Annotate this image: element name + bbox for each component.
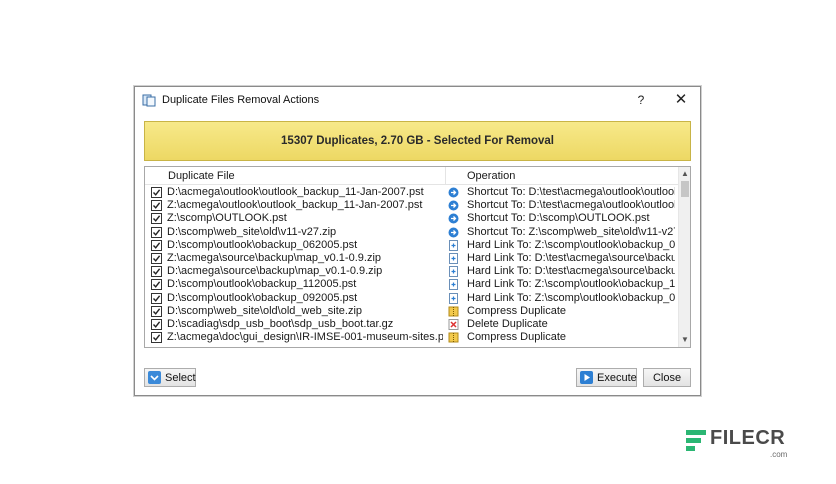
table-row[interactable]: Z:\scomp\OUTLOOK.pst Shortcut To: D:\scom…	[145, 212, 678, 225]
row-checkbox[interactable]	[151, 318, 162, 330]
shortcut-icon	[448, 187, 459, 198]
table-row[interactable]: D:\scomp\outlook\obackup_092005.pst Hard …	[145, 292, 678, 305]
hard-link-icon	[448, 252, 459, 264]
chevron-down-icon	[148, 371, 161, 384]
scroll-up-arrow-icon[interactable]: ▲	[679, 169, 690, 179]
table-row[interactable]: Z:\acmega\doc\gui_design\IR-IMSE-001-mus…	[145, 331, 678, 344]
table-row[interactable]: Z:\acmega\source\backup\map_v0.1-0.9.zip…	[145, 252, 678, 265]
operation-cell: Hard Link To: D:\test\acmega\source\back…	[467, 251, 675, 264]
duplicate-file-cell: D:\scadiag\sdp_usb_boot\sdp_usb_boot.tar…	[167, 317, 394, 330]
operation-cell: Hard Link To: D:\test\acmega\source\back…	[467, 265, 675, 278]
row-checkbox[interactable]	[151, 226, 162, 238]
duplicate-file-cell: D:\scomp\web_site\old\v11-v27.zip	[167, 225, 337, 238]
compress-icon	[448, 332, 459, 343]
operation-cell: Shortcut To: D:\test\acmega\outlook\outl…	[467, 199, 675, 212]
operation-cell: Hard Link To: Z:\scomp\outlook\obackup_0…	[467, 291, 675, 304]
execute-label: Execute	[597, 371, 637, 384]
duplicate-file-cell: Z:\acmega\doc\gui_design\IR-IMSE-001-mus…	[167, 331, 443, 344]
shortcut-icon	[448, 213, 459, 224]
column-header-file[interactable]: Duplicate File	[168, 170, 235, 182]
compress-icon	[448, 306, 459, 317]
row-checkbox[interactable]	[151, 213, 162, 225]
duplicate-removal-dialog: Duplicate Files Removal Actions ? ✕ 1530…	[134, 86, 701, 396]
row-checkbox[interactable]	[151, 332, 162, 344]
select-label: Select	[165, 371, 196, 384]
shortcut-icon	[448, 227, 459, 238]
duplicate-file-cell: D:\acmega\outlook\outlook_backup_11-Jan-…	[167, 186, 424, 198]
duplicate-file-cell: D:\scomp\outlook\obackup_112005.pst	[167, 278, 357, 291]
duplicate-file-cell: D:\acmega\source\backup\map_v0.1-0.9.zip	[167, 265, 383, 278]
table-row[interactable]: D:\scomp\outlook\obackup_062005.pst Hard …	[145, 239, 678, 252]
table-row[interactable]: D:\acmega\source\backup\map_v0.1-0.9.zip…	[145, 265, 678, 278]
duplicate-file-cell: D:\scomp\outlook\obackup_092005.pst	[167, 291, 358, 304]
hard-link-icon	[448, 279, 459, 291]
row-checkbox[interactable]	[151, 292, 162, 304]
select-button[interactable]: Select	[144, 368, 196, 387]
operation-cell: Compress Duplicate	[467, 304, 567, 317]
table-row[interactable]: D:\scomp\web_site\old\old_web_site.zip Co…	[145, 305, 678, 318]
operation-cell: Hard Link To: Z:\scomp\outlook\obackup_1…	[467, 278, 675, 291]
scroll-down-arrow-icon[interactable]: ▼	[679, 335, 690, 345]
hard-link-icon	[448, 292, 459, 304]
table-row[interactable]: D:\scomp\web_site\old\v11-v27.zip Shortcu…	[145, 226, 678, 239]
help-button[interactable]: ?	[632, 91, 650, 109]
title-bar: Duplicate Files Removal Actions ? ✕	[135, 87, 700, 113]
row-checkbox[interactable]	[151, 187, 162, 198]
table-row[interactable]: D:\scadiag\sdp_usb_boot\sdp_usb_boot.tar…	[145, 318, 678, 331]
window-title: Duplicate Files Removal Actions	[162, 94, 320, 106]
column-divider[interactable]	[445, 167, 446, 185]
close-label: Close	[652, 371, 682, 384]
shortcut-icon	[448, 200, 459, 211]
summary-text: 15307 Duplicates, 2.70 GB - Selected For…	[281, 135, 554, 147]
hard-link-icon	[448, 266, 459, 278]
table-row[interactable]: Z:\acmega\outlook\outlook_backup_11-Jan-…	[145, 199, 678, 212]
row-checkbox[interactable]	[151, 266, 162, 278]
play-icon	[580, 371, 593, 384]
summary-banner: 15307 Duplicates, 2.70 GB - Selected For…	[144, 121, 691, 161]
row-checkbox[interactable]	[151, 252, 162, 264]
duplicates-grid[interactable]: Duplicate File Operation D:\acmega\outlo…	[144, 166, 691, 348]
operation-cell: Shortcut To: Z:\scomp\web_site\old\v11-v…	[467, 225, 675, 238]
table-row[interactable]: D:\acmega\outlook\outlook_backup_11-Jan-…	[145, 186, 678, 199]
operation-cell: Hard Link To: Z:\scomp\outlook\obackup_0…	[467, 238, 675, 251]
grid-header: Duplicate File Operation	[145, 167, 680, 185]
scroll-thumb[interactable]	[681, 181, 689, 197]
vertical-scrollbar[interactable]: ▲ ▼	[678, 167, 690, 347]
duplicate-file-cell: D:\scomp\outlook\obackup_062005.pst	[167, 238, 358, 251]
delete-icon	[448, 318, 459, 330]
duplicate-file-cell: Z:\acmega\outlook\outlook_backup_11-Jan-…	[167, 199, 423, 212]
operation-cell: Shortcut To: D:\scomp\OUTLOOK.pst	[467, 212, 650, 225]
watermark-domain: .com	[770, 450, 788, 459]
row-checkbox[interactable]	[151, 200, 162, 212]
row-checkbox[interactable]	[151, 239, 162, 251]
operation-cell: Shortcut To: D:\test\acmega\outlook\outl…	[467, 186, 675, 198]
watermark-brand: FILECR	[710, 427, 786, 449]
column-header-operation[interactable]: Operation	[467, 170, 515, 182]
duplicate-file-cell: Z:\acmega\source\backup\map_v0.1-0.9.zip	[167, 251, 382, 264]
watermark: FILECR .com	[683, 424, 793, 464]
row-checkbox[interactable]	[151, 305, 162, 317]
operation-cell: Delete Duplicate	[467, 317, 548, 330]
app-icon	[142, 93, 156, 107]
row-checkbox[interactable]	[151, 279, 162, 291]
execute-button[interactable]: Execute	[576, 368, 637, 387]
close-window-button[interactable]: ✕	[670, 90, 692, 110]
duplicate-file-cell: D:\scomp\web_site\old\old_web_site.zip	[167, 304, 363, 317]
operation-cell: Compress Duplicate	[467, 331, 567, 344]
filecr-logo-icon	[686, 430, 706, 451]
close-button[interactable]: Close	[643, 368, 691, 387]
table-row[interactable]: D:\scomp\outlook\obackup_112005.pst Hard …	[145, 278, 678, 291]
duplicate-file-cell: Z:\scomp\OUTLOOK.pst	[167, 212, 287, 225]
hard-link-icon	[448, 239, 459, 251]
grid-rows: D:\acmega\outlook\outlook_backup_11-Jan-…	[145, 186, 678, 344]
